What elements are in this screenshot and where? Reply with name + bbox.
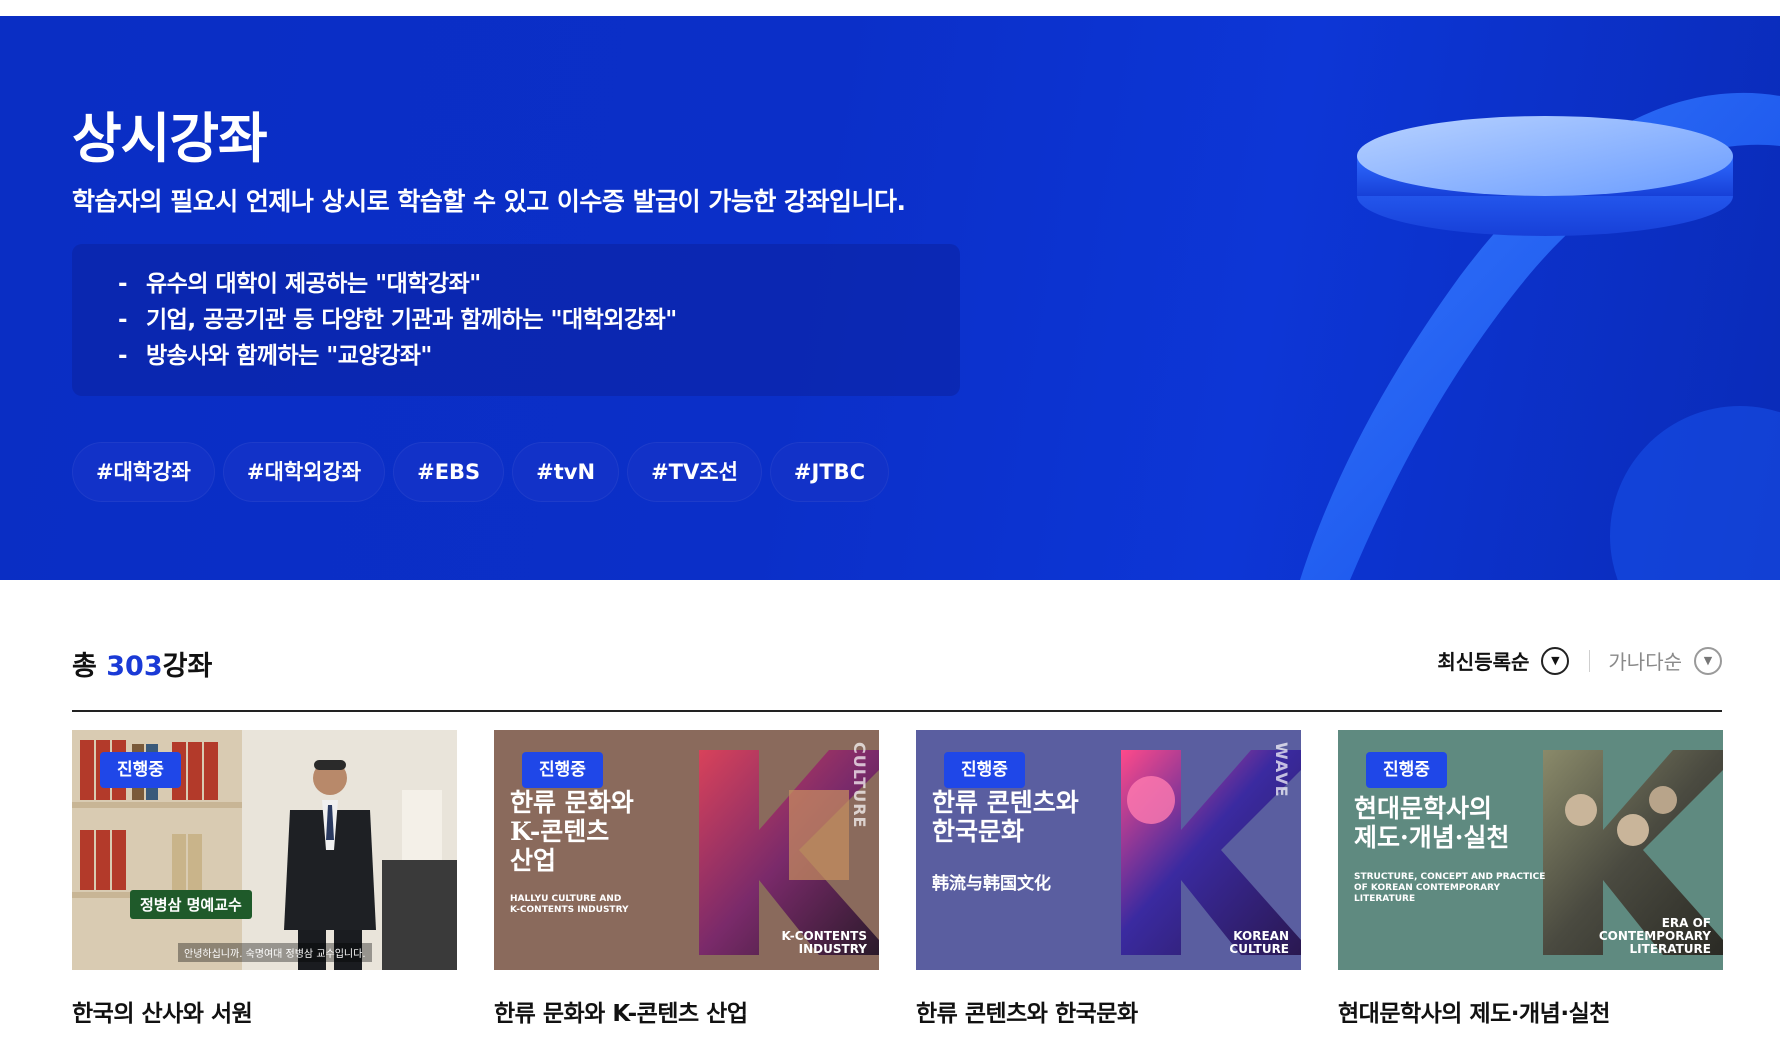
sort-divider xyxy=(1589,649,1591,672)
course-card[interactable]: 진행중 한류 문화와 K-콘텐츠 산업 HALLYU CULTURE AND K… xyxy=(494,730,879,1028)
course-card[interactable]: 진행중 현대문학사의 제도·개념·실천 STRUCTURE, CONCEPT A… xyxy=(1338,730,1723,1028)
hashtag-jtbc[interactable]: #JTBC xyxy=(769,442,890,502)
course-thumbnail[interactable]: 진행중 한류 문화와 K-콘텐츠 산업 HALLYU CULTURE AND K… xyxy=(494,730,879,970)
thumbnail-subtitle: STRUCTURE, CONCEPT AND PRACTICE OF KOREA… xyxy=(1354,872,1546,904)
video-caption: 안녕하십니까. 숙명여대 정병삼 교수입니다. xyxy=(178,943,372,962)
sort-latest[interactable]: 최신등록순 ▼ xyxy=(1437,646,1570,675)
hero-decoration-graphic xyxy=(1300,92,1780,580)
hero-bullet-text: 기업, 공공기관 등 다양한 기관과 함께하는 "대학외강좌" xyxy=(146,307,677,333)
total-suffix: 강좌 xyxy=(162,651,213,682)
course-list: 진행중 정병삼 명예교수 안녕하십니까. 숙명여대 정병삼 교수입니다. 한국의… xyxy=(72,730,1723,1028)
course-card[interactable]: 진행중 정병삼 명예교수 안녕하십니까. 숙명여대 정병삼 교수입니다. 한국의… xyxy=(72,730,457,1028)
course-title[interactable]: 현대문학사의 제도·개념·실천 xyxy=(1338,994,1723,1028)
thumbnail-corner-label: KOREAN CULTURE xyxy=(1229,929,1289,956)
hashtag-tvchosun[interactable]: #TV조선 xyxy=(627,442,762,502)
status-badge: 진행중 xyxy=(100,752,181,788)
sort-alphabetical[interactable]: 가나다순 ▼ xyxy=(1608,646,1722,675)
sort-alphabetical-label: 가나다순 xyxy=(1608,650,1682,674)
hero-banner: 상시강좌 학습자의 필요시 언제나 상시로 학습할 수 있고 이수증 발급이 가… xyxy=(0,16,1780,580)
status-badge: 진행중 xyxy=(522,752,603,788)
course-total: 총 303강좌 xyxy=(72,644,212,683)
lecturer-name: 정병삼 명예교수 xyxy=(130,890,252,919)
course-card[interactable]: 진행중 한류 콘텐츠와 한국문화 韩流与韩国文化 KOREAN CULTURE … xyxy=(916,730,1301,1028)
thumbnail-subtitle: 韩流与韩国文化 xyxy=(932,874,1051,894)
thumbnail-title: 현대문학사의 제도·개념·실천 xyxy=(1354,794,1510,852)
dash-icon: - xyxy=(118,343,128,369)
list-divider xyxy=(72,710,1722,712)
hero-info-box: - 유수의 대학이 제공하는 "대학강좌" - 기업, 공공기관 등 다양한 기관과… xyxy=(72,244,960,396)
hashtag-tvn[interactable]: #tvN xyxy=(512,442,620,502)
total-prefix: 총 xyxy=(72,651,107,682)
hero-bullet: - 유수의 대학이 제공하는 "대학강좌" xyxy=(118,266,960,302)
dash-icon: - xyxy=(118,307,128,333)
status-badge: 진행중 xyxy=(1366,752,1447,788)
hero-bullet: - 방송사와 함께하는 "교양강좌" xyxy=(118,338,960,374)
thumbnail-title: 한류 문화와 K-콘텐츠 산업 xyxy=(510,788,634,875)
hero-bullet: - 기업, 공공기관 등 다양한 기관과 함께하는 "대학외강좌" xyxy=(118,302,960,338)
thumbnail-vertical-label: WAVE xyxy=(1272,742,1291,798)
hashtag-daehakoe[interactable]: #대학외강좌 xyxy=(222,442,386,502)
total-count: 303 xyxy=(106,651,163,682)
page-title: 상시강좌 xyxy=(72,107,268,170)
page-subtitle: 학습자의 필요시 언제나 상시로 학습할 수 있고 이수증 발급이 가능한 강좌… xyxy=(72,187,906,216)
thumbnail-subtitle: HALLYU CULTURE AND K-CONTENTS INDUSTRY xyxy=(510,894,629,915)
course-thumbnail[interactable]: 진행중 한류 콘텐츠와 한국문화 韩流与韩国文化 KOREAN CULTURE … xyxy=(916,730,1301,970)
course-thumbnail[interactable]: 진행중 정병삼 명예교수 안녕하십니까. 숙명여대 정병삼 교수입니다. xyxy=(72,730,457,970)
dash-icon: - xyxy=(118,271,128,297)
thumbnail-corner-label: ERA OF CONTEMPORARY LITERATURE xyxy=(1598,916,1711,956)
thumbnail-vertical-label: CULTURE xyxy=(850,742,869,829)
hero-bullet-text: 방송사와 함께하는 "교양강좌" xyxy=(146,343,432,369)
hashtag-list: #대학강좌 #대학외강좌 #EBS #tvN #TV조선 #JTBC xyxy=(72,442,890,502)
thumbnail-title: 한류 콘텐츠와 한국문화 xyxy=(932,788,1079,846)
hashtag-daehak[interactable]: #대학강좌 xyxy=(72,442,215,502)
status-badge: 진행중 xyxy=(944,752,1025,788)
hashtag-ebs[interactable]: #EBS xyxy=(393,442,505,502)
hero-bullet-text: 유수의 대학이 제공하는 "대학강좌" xyxy=(146,271,481,297)
course-title[interactable]: 한류 문화와 K-콘텐츠 산업 xyxy=(494,994,879,1028)
course-thumbnail[interactable]: 진행중 현대문학사의 제도·개념·실천 STRUCTURE, CONCEPT A… xyxy=(1338,730,1723,970)
sort-latest-label: 최신등록순 xyxy=(1437,650,1530,674)
course-title[interactable]: 한국의 산사와 서원 xyxy=(72,994,457,1028)
chevron-down-icon: ▼ xyxy=(1541,646,1570,675)
chevron-down-icon: ▼ xyxy=(1694,646,1722,675)
sort-controls: 최신등록순 ▼ 가나다순 ▼ xyxy=(1437,646,1722,675)
course-title[interactable]: 한류 콘텐츠와 한국문화 xyxy=(916,994,1301,1028)
thumbnail-corner-label: K-CONTENTS INDUSTRY xyxy=(781,929,867,956)
